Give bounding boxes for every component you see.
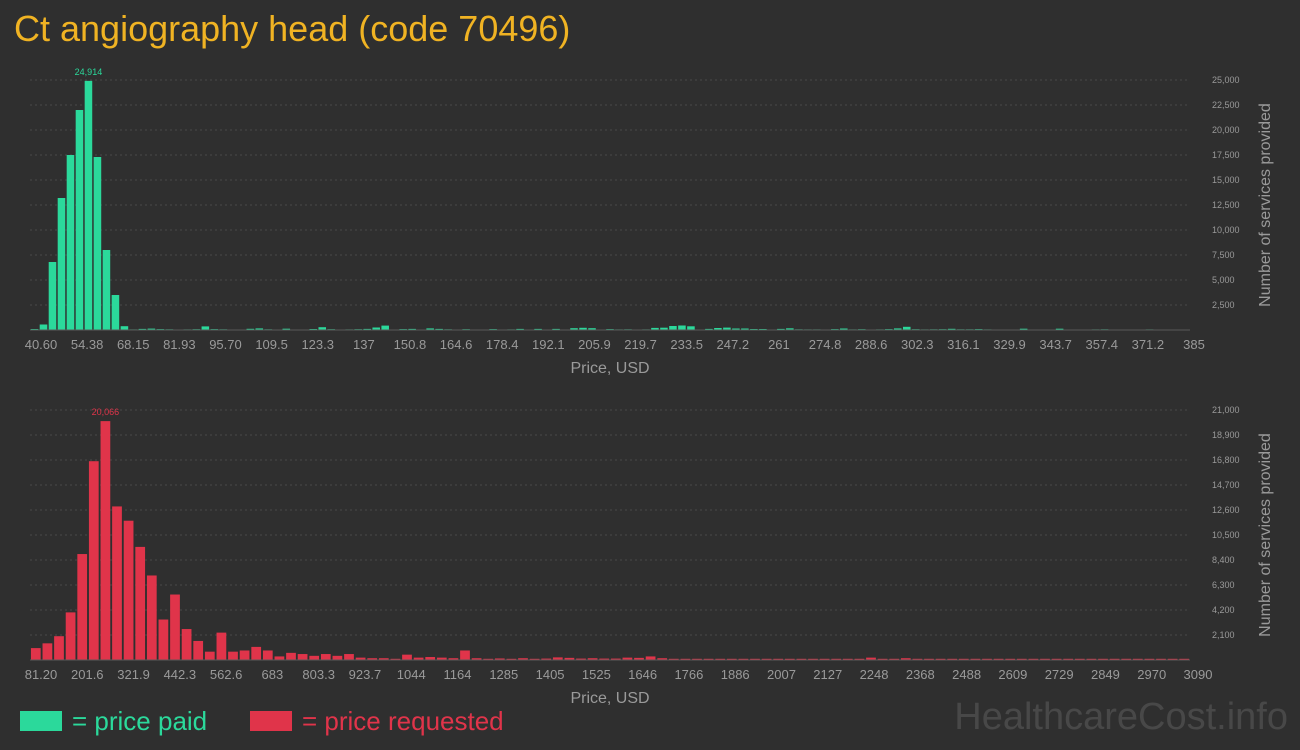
requested-y-tick-label: 12,600 — [1212, 505, 1240, 515]
requested-x-tick-label: 2007 — [767, 667, 796, 682]
requested-bar — [274, 656, 285, 660]
requested-x-tick-label: 1646 — [628, 667, 657, 682]
requested-bar — [320, 654, 331, 660]
requested-peak-label: 20,066 — [92, 407, 120, 417]
requested-bar — [309, 655, 320, 660]
requested-x-tick-label: 2368 — [906, 667, 935, 682]
requested-bar — [297, 654, 308, 660]
requested-x-tick-label: 1044 — [397, 667, 426, 682]
requested-bar — [88, 461, 99, 660]
requested-bar — [54, 636, 64, 660]
requested-x-tick-label: 803.3 — [302, 667, 335, 682]
requested-x-tick-label: 201.6 — [71, 667, 104, 682]
requested-bar — [65, 612, 76, 660]
requested-bar — [645, 656, 656, 660]
chart-page: Ct angiography head (code 70496) 2,500 5,… — [0, 0, 1300, 750]
requested-x-tick-label: 1766 — [674, 667, 703, 682]
requested-x-tick-label: 1164 — [444, 667, 472, 682]
requested-x-tick-label: 2849 — [1091, 667, 1120, 682]
requested-x-tick-label: 1886 — [721, 667, 750, 682]
requested-bar — [30, 648, 41, 660]
requested-x-tick-label: 1525 — [582, 667, 611, 682]
requested-y-tick-label: 21,000 — [1212, 405, 1240, 415]
requested-bar — [158, 619, 169, 660]
legend-label-paid: = price paid — [72, 705, 208, 736]
requested-bar — [262, 650, 273, 660]
requested-bar — [216, 632, 227, 660]
requested-bar — [135, 546, 146, 660]
requested-bar — [42, 643, 53, 660]
requested-bar — [181, 629, 192, 660]
requested-y-tick-label: 2,100 — [1212, 630, 1235, 640]
requested-x-tick-label: 2729 — [1045, 667, 1074, 682]
requested-x-tick-label: 321.9 — [117, 667, 150, 682]
requested-bar — [77, 554, 88, 660]
requested-x-tick-label: 923.7 — [349, 667, 382, 682]
requested-bar — [239, 650, 250, 660]
requested-x-tick-label: 2248 — [860, 667, 889, 682]
requested-bar — [193, 640, 204, 660]
requested-y-tick-label: 4,200 — [1212, 605, 1235, 615]
legend-label-requested: = price requested — [302, 705, 504, 736]
requested-y-tick-label: 6,300 — [1212, 580, 1235, 590]
requested-x-tick-label: 2127 — [813, 667, 842, 682]
requested-x-tick-label: 2970 — [1137, 667, 1166, 682]
requested-x-tick-label: 81.20 — [25, 667, 58, 682]
requested-y-tick-label: 14,700 — [1212, 480, 1240, 490]
requested-y-tick-label: 18,900 — [1212, 430, 1240, 440]
requested-y-tick-label: 10,500 — [1212, 530, 1240, 540]
requested-y-axis-label: Number of services provided — [1257, 433, 1274, 637]
requested-x-tick-label: 2609 — [998, 667, 1027, 682]
requested-x-tick-label: 1405 — [536, 667, 565, 682]
price-requested-chart: 2,100 4,200 6,300 8,400 10,500 12,600 14,700 16… — [25, 405, 1274, 707]
requested-bar — [344, 654, 354, 660]
requested-x-axis-label: Price, USD — [570, 690, 649, 707]
legend-price-paid: = price paid — [20, 704, 207, 738]
legend-swatch-paid — [20, 711, 62, 731]
requested-bar — [286, 652, 296, 660]
watermark: HealthcareCost.info — [954, 696, 1288, 738]
requested-bar — [123, 520, 134, 660]
requested-x-tick-label: 2488 — [952, 667, 981, 682]
requested-bar — [146, 575, 157, 660]
legend-price-requested: = price requested — [250, 704, 504, 738]
requested-x-tick-label: 562.6 — [210, 667, 243, 682]
requested-x-tick-label: 1285 — [489, 667, 518, 682]
requested-bar — [228, 651, 238, 660]
requested-bar — [100, 421, 111, 660]
requested-y-tick-label: 16,800 — [1212, 455, 1240, 465]
requested-bar — [204, 651, 215, 660]
requested-x-tick-label: 3090 — [1184, 667, 1213, 682]
requested-x-tick-label: 683 — [262, 667, 284, 682]
requested-bar — [170, 594, 180, 660]
requested-bar — [402, 654, 412, 660]
requested-y-tick-label: 8,400 — [1212, 555, 1235, 565]
requested-bar — [332, 655, 343, 660]
requested-x-tick-label: 442.3 — [164, 667, 197, 682]
requested-bar — [112, 506, 122, 660]
requested-bar — [251, 646, 262, 660]
requested-bar — [460, 650, 470, 660]
legend-swatch-requested — [250, 711, 292, 731]
